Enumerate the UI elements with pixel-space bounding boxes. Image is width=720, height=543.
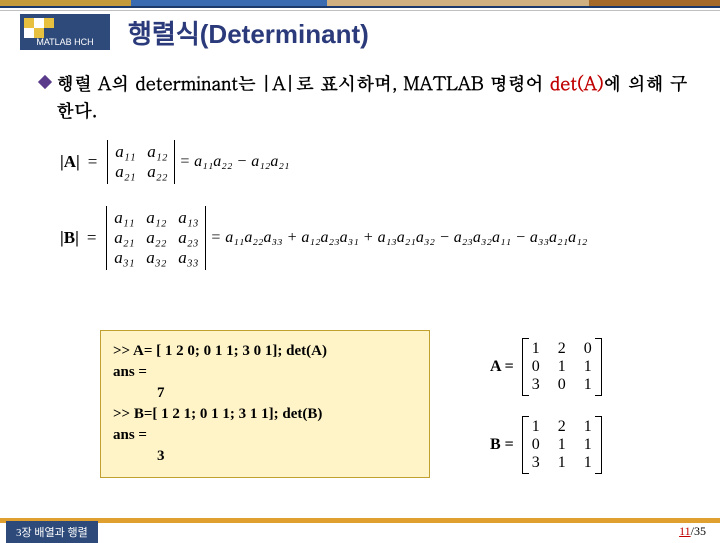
diamond-bullet-icon bbox=[38, 75, 52, 89]
det-2x2: |A| = a₁₁a₁₂ a₂₁a₂₂ = a₁₁a₂₂ − a₁₂a₂₁ bbox=[60, 140, 587, 184]
detA-rhs: = a₁₁a₂₂ − a₁₂a₂₁ bbox=[179, 153, 289, 171]
page-total: /35 bbox=[691, 524, 706, 538]
bullet-item: 행렬 A의 determinant는 |A|로 표시하며, MATLAB 명령어… bbox=[40, 70, 700, 124]
code-line: ans = bbox=[113, 362, 417, 383]
matA-label: A = bbox=[490, 358, 514, 376]
chapter-label: 3장 배열과 행렬 bbox=[6, 521, 98, 543]
matrix-A: A = 120 011 301 bbox=[490, 338, 602, 396]
top-rule bbox=[0, 6, 720, 8]
matrix-B: B = 121 011 311 bbox=[490, 416, 602, 474]
code-line: >> B=[ 1 2 1; 0 1 1; 3 1 1]; det(B) bbox=[113, 404, 417, 425]
code-line: >> A= [ 1 2 0; 0 1 1; 3 0 1]; det(A) bbox=[113, 341, 417, 362]
page-number: 11/35 bbox=[679, 524, 706, 539]
footer: 3장 배열과 행렬 11/35 bbox=[0, 518, 720, 540]
logo-badge: MATLAB HCH bbox=[20, 14, 110, 50]
code-result: 3 bbox=[113, 446, 417, 467]
code-result: 7 bbox=[113, 383, 417, 404]
bullet-highlight: det(A) bbox=[550, 71, 604, 96]
logo-label: MATLAB HCH bbox=[36, 37, 93, 47]
bullet-prefix: 행렬 A의 determinant는 |A|로 표시하며, MATLAB 명령어 bbox=[56, 71, 550, 96]
matB-label: B = bbox=[490, 436, 514, 454]
code-line: ans = bbox=[113, 425, 417, 446]
top-rule-thin bbox=[0, 10, 720, 11]
matlab-code-box: >> A= [ 1 2 0; 0 1 1; 3 0 1]; det(A) ans… bbox=[100, 330, 430, 478]
math-block: |A| = a₁₁a₁₂ a₂₁a₂₂ = a₁₁a₂₂ − a₁₂a₂₁ |B… bbox=[60, 140, 587, 292]
detB-label: |B| bbox=[60, 228, 79, 248]
matrix-definitions: A = 120 011 301 B = 121 011 311 bbox=[490, 338, 602, 494]
bullet-text: 행렬 A의 determinant는 |A|로 표시하며, MATLAB 명령어… bbox=[56, 70, 700, 124]
detA-label: |A| bbox=[60, 152, 80, 172]
page-current: 11 bbox=[679, 524, 691, 538]
page-title: 행렬식(Determinant) bbox=[128, 14, 369, 51]
detB-rhs: = a₁₁a₂₂a₃₃ + a₁₂a₂₃a₃₁ + a₁₃a₂₁a₃₂ − a₂… bbox=[210, 229, 587, 247]
det-3x3: |B| = a₁₁a₁₂a₁₃ a₂₁a₂₂a₂₃ a₃₁a₃₂a₃₃ = a₁… bbox=[60, 206, 587, 270]
logo-cube-icon bbox=[24, 18, 54, 38]
